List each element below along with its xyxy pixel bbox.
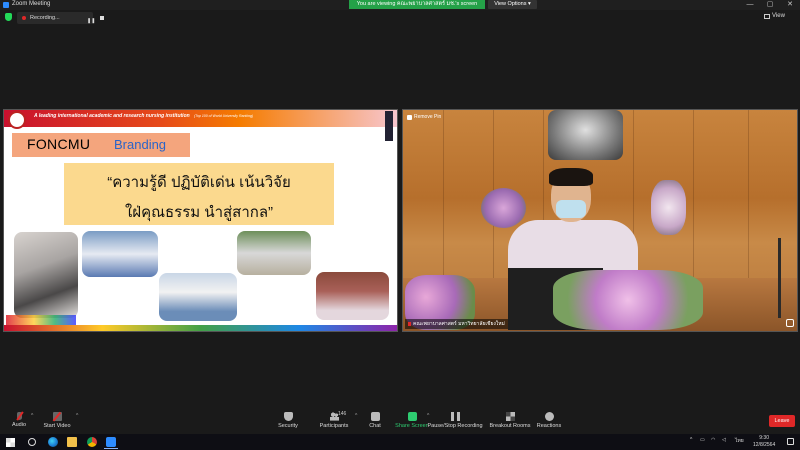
tray-overflow-caret[interactable]: ^ bbox=[690, 437, 692, 443]
view-options-button[interactable]: View Options ▾ bbox=[488, 0, 537, 9]
shield-icon bbox=[283, 412, 293, 421]
participant-name-tag: คณะพยาบาลศาสตร์ มหาวิทยาลัยเชียงใหม่ bbox=[405, 319, 508, 329]
chat-button[interactable]: Chat bbox=[364, 409, 386, 434]
slide-tagline: A leading international academic and res… bbox=[34, 113, 190, 119]
flower-vase-right bbox=[651, 180, 686, 235]
meeting-toolbar: Audio ^ Start Video ^ Security 146 Parti… bbox=[0, 409, 800, 434]
chat-label: Chat bbox=[369, 423, 381, 429]
window-title: Zoom Meeting bbox=[12, 1, 51, 7]
pause-stop-recording-button[interactable]: Pause/Stop Recording bbox=[420, 409, 490, 434]
flower-vase-left bbox=[481, 188, 526, 228]
share-screen-icon bbox=[407, 412, 417, 421]
reactions-button[interactable]: Reactions bbox=[534, 409, 564, 434]
reactions-icon bbox=[544, 412, 554, 421]
clock-date: 12/8/2564 bbox=[753, 442, 776, 448]
network-icon[interactable]: ▭ bbox=[700, 437, 705, 443]
file-explorer-icon[interactable] bbox=[67, 437, 77, 447]
chrome-browser-icon[interactable] bbox=[87, 437, 97, 447]
participant-name: คณะพยาบาลศาสตร์ มหาวิทยาลัยเชียงใหม่ bbox=[413, 321, 505, 327]
security-button[interactable]: Security bbox=[274, 409, 302, 434]
zoom-taskbar-icon[interactable] bbox=[106, 437, 116, 447]
zoom-app-icon bbox=[3, 2, 9, 8]
university-logo bbox=[385, 111, 393, 141]
slide-footer-logo bbox=[6, 315, 76, 325]
faculty-logo bbox=[8, 111, 26, 129]
minimize-button[interactable]: — bbox=[740, 0, 760, 10]
active-app-indicator bbox=[104, 448, 118, 449]
audio-options-caret[interactable]: ^ bbox=[31, 413, 33, 419]
slide-photo-auditorium bbox=[316, 272, 389, 320]
flowers-center bbox=[553, 270, 703, 330]
pause-stop-recording-label: Pause/Stop Recording bbox=[427, 423, 483, 429]
security-label: Security bbox=[278, 423, 298, 429]
microphone-stand bbox=[778, 238, 781, 318]
maximize-button[interactable]: ▢ bbox=[760, 0, 780, 10]
motto-line-1: “ความรู้ดี ปฏิบัติเด่น เน้นวิจัย bbox=[107, 174, 291, 191]
video-off-icon bbox=[52, 412, 62, 421]
shared-screen-tile[interactable]: A leading international academic and res… bbox=[3, 109, 398, 332]
mic-muted-icon bbox=[408, 321, 411, 326]
face-mask bbox=[556, 200, 586, 218]
audio-label: Audio bbox=[11, 422, 27, 428]
pin-icon bbox=[407, 114, 412, 120]
windows-taskbar: ^ ▭ ◠ ◁ ไทย 9:30 12/8/2564 bbox=[0, 434, 800, 450]
wifi-icon[interactable]: ◠ bbox=[711, 437, 715, 443]
breakout-rooms-label: Breakout Rooms bbox=[489, 423, 531, 429]
reactions-label: Reactions bbox=[536, 423, 562, 429]
recording-label: Recording... bbox=[30, 15, 60, 21]
close-button[interactable]: ✕ bbox=[780, 0, 800, 10]
start-video-label: Start Video bbox=[43, 423, 71, 429]
slide-photo-meeting bbox=[159, 273, 237, 321]
participants-button[interactable]: 146 Participants bbox=[314, 409, 354, 434]
view-grid-icon[interactable] bbox=[764, 14, 770, 19]
pause-recording-icon[interactable]: ❚❚ bbox=[87, 15, 95, 27]
remove-pin-button[interactable]: Remove Pin bbox=[407, 114, 441, 120]
breakout-rooms-button[interactable]: Breakout Rooms bbox=[487, 409, 533, 434]
search-icon[interactable] bbox=[28, 438, 36, 446]
taskbar-clock[interactable]: 9:30 12/8/2564 bbox=[753, 435, 775, 449]
start-video-button[interactable]: Start Video bbox=[40, 409, 74, 434]
video-options-caret[interactable]: ^ bbox=[76, 413, 78, 419]
view-button[interactable]: View bbox=[772, 13, 785, 19]
breakout-rooms-icon bbox=[505, 412, 515, 421]
edge-browser-icon[interactable] bbox=[48, 437, 58, 447]
leave-button[interactable]: Leave bbox=[769, 415, 795, 427]
video-options-icon[interactable] bbox=[786, 319, 794, 327]
pause-recording-icon bbox=[450, 412, 460, 421]
view-options-label: View Options bbox=[494, 1, 527, 7]
clock-time: 9:30 bbox=[759, 435, 769, 441]
participants-label: Participants bbox=[319, 423, 349, 429]
encryption-shield-icon[interactable] bbox=[5, 13, 12, 21]
recording-indicator: Recording... ❚❚ bbox=[17, 12, 104, 27]
slide-photo-students bbox=[14, 232, 78, 318]
language-indicator[interactable]: ไทย bbox=[735, 437, 744, 445]
brand-name: FONCMU bbox=[27, 136, 91, 152]
participants-count: 146 bbox=[338, 411, 347, 417]
presenter-hair bbox=[549, 168, 593, 186]
remove-pin-label: Remove Pin bbox=[414, 114, 442, 120]
slide-photo-nurses-group bbox=[82, 231, 158, 277]
brand-subtitle: Branding bbox=[114, 137, 167, 152]
slide-footer-bar bbox=[4, 325, 397, 331]
motto-line-2: ใฝ่คุณธรรม นำสู่สากล” bbox=[124, 204, 274, 221]
participant-video-tile[interactable]: Remove Pin คณะพยาบาลศาสตร์ มหาวิทยาลัยเช… bbox=[402, 109, 798, 332]
slide-tagline-note: (Top 100 of World University Ranking) bbox=[194, 114, 254, 118]
chat-icon bbox=[370, 412, 380, 421]
slide-photo-graduates bbox=[237, 231, 311, 275]
mic-muted-icon bbox=[16, 412, 22, 420]
university-emblem bbox=[548, 110, 623, 160]
notification-icon[interactable] bbox=[787, 438, 794, 445]
recording-dot-icon bbox=[22, 16, 26, 20]
screen-share-banner: You are viewing คณะพยาบาลศาสตร์ มช.'s sc… bbox=[349, 0, 485, 9]
audio-button[interactable]: Audio bbox=[8, 409, 30, 434]
windows-start-icon[interactable] bbox=[6, 438, 15, 447]
stop-recording-icon[interactable] bbox=[100, 16, 104, 20]
volume-icon[interactable]: ◁ bbox=[722, 437, 726, 443]
participants-options-caret[interactable]: ^ bbox=[355, 413, 357, 419]
